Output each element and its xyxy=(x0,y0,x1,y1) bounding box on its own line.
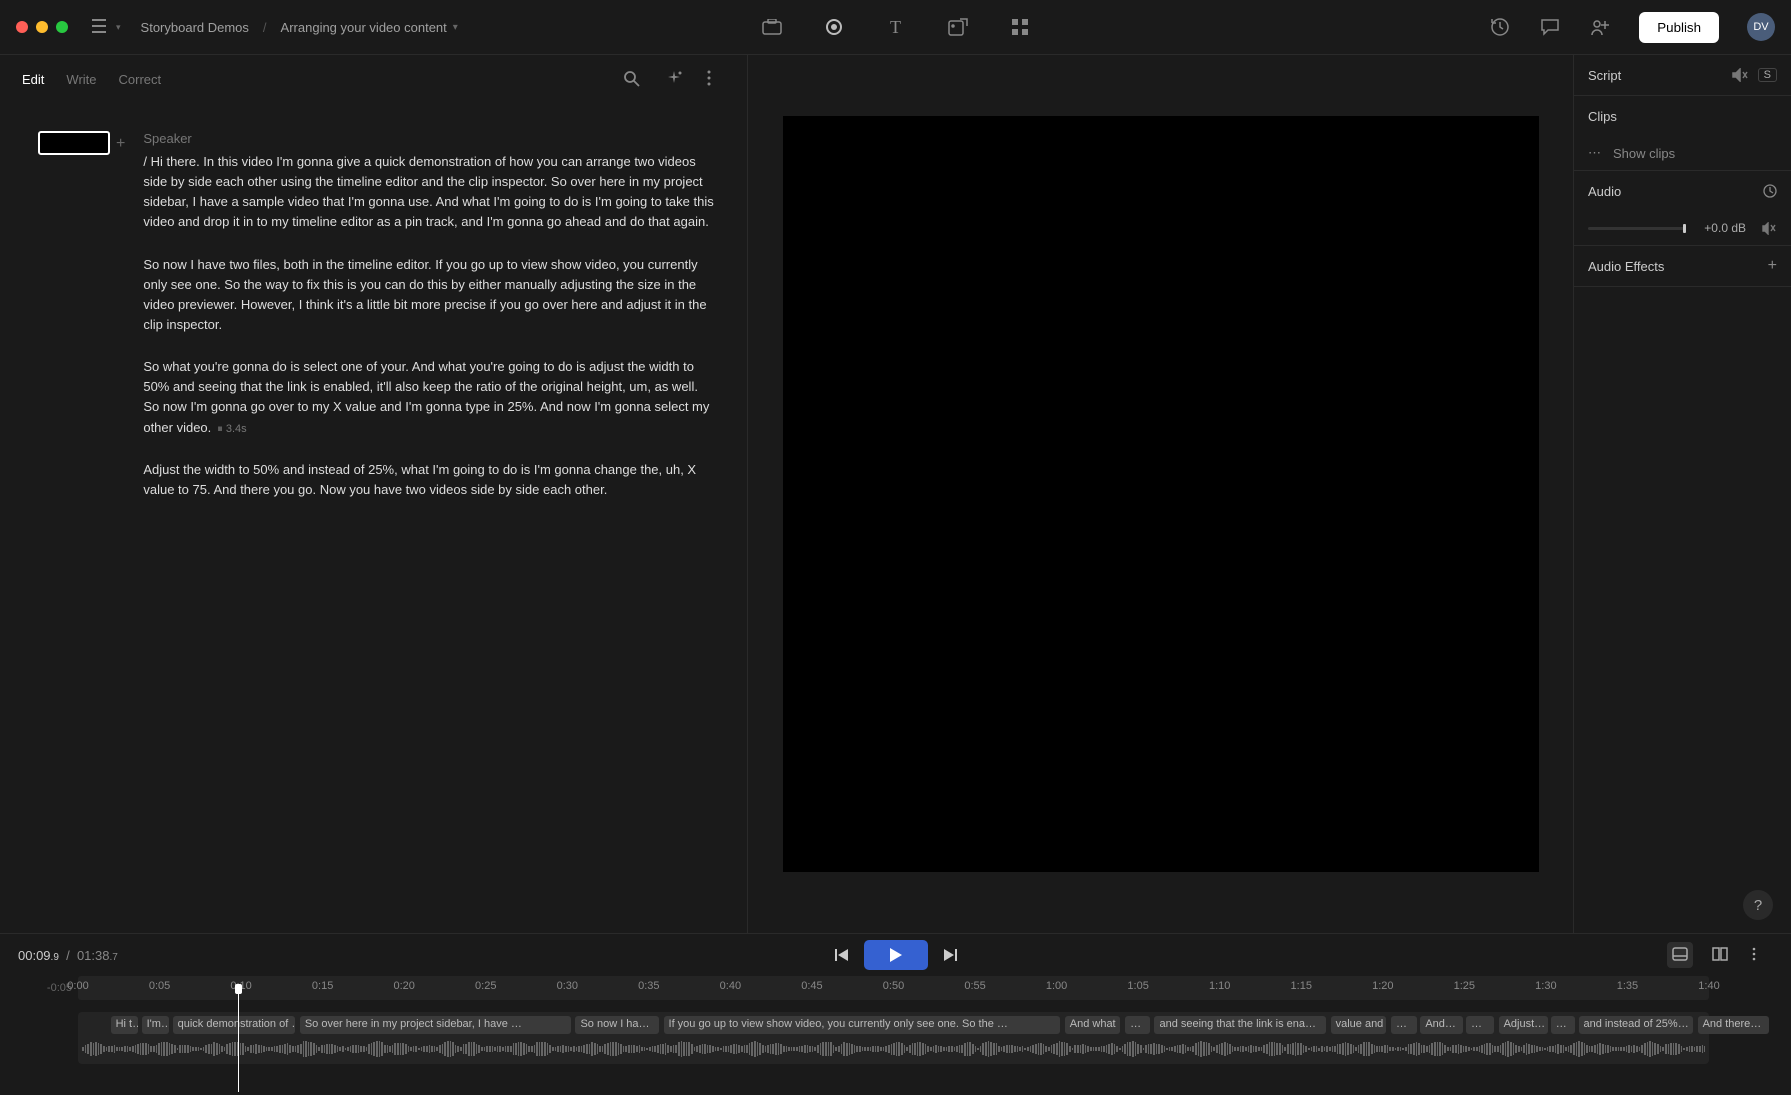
image-icon[interactable] xyxy=(947,16,969,38)
ruler-tick: 0:05 xyxy=(149,980,170,992)
ruler-tick: 0:20 xyxy=(393,980,414,992)
avatar[interactable]: DV xyxy=(1747,13,1775,41)
skip-back-button[interactable] xyxy=(828,941,856,969)
time-display: 00:09.9 / 01:38.7 xyxy=(18,948,118,963)
ruler-tick: 1:40 xyxy=(1698,980,1719,992)
skip-forward-button[interactable] xyxy=(936,941,964,969)
comment-icon[interactable] xyxy=(1539,16,1561,38)
ruler-tick: 1:30 xyxy=(1535,980,1556,992)
ruler-tick: 1:10 xyxy=(1209,980,1230,992)
timeline-clip-segment[interactable]: So now I ha… xyxy=(575,1016,658,1034)
gain-value: +0.0 dB xyxy=(1704,221,1746,235)
clip-thumbnail[interactable] xyxy=(38,131,110,155)
ruler-tick: 1:00 xyxy=(1046,980,1067,992)
sidebar-toggle-icon[interactable]: ▾ xyxy=(92,19,121,35)
camera-icon[interactable] xyxy=(761,16,783,38)
more-icon[interactable] xyxy=(707,70,725,88)
timeline-clip-segment[interactable]: And… xyxy=(1420,1016,1462,1034)
timeline-clip-segment[interactable]: I'm… xyxy=(142,1016,170,1034)
script-shortcut: S xyxy=(1758,68,1777,82)
timeline-clip-segment[interactable]: … xyxy=(1125,1016,1149,1034)
clips-options-icon[interactable]: ⋯ xyxy=(1588,145,1603,161)
help-button[interactable]: ? xyxy=(1743,890,1773,920)
history-icon[interactable] xyxy=(1489,16,1511,38)
tab-correct[interactable]: Correct xyxy=(119,72,162,87)
playhead[interactable] xyxy=(238,988,239,1092)
timeline-clip-segment[interactable]: and instead of 25%… xyxy=(1579,1016,1693,1034)
timeline-clip-segment[interactable]: quick demonstration of … xyxy=(173,1016,295,1034)
breadcrumb-current[interactable]: Arranging your video content ▾ xyxy=(281,20,458,35)
volume-mute-icon[interactable] xyxy=(1762,222,1777,235)
ruler-tick: 0:55 xyxy=(964,980,985,992)
timeline-view-icon[interactable] xyxy=(1667,942,1693,968)
ruler-tick: 0:35 xyxy=(638,980,659,992)
timeline-track[interactable]: Hi t…I'm…quick demonstration of … So over… xyxy=(78,1012,1709,1082)
share-icon[interactable] xyxy=(1589,16,1611,38)
timeline-ruler[interactable]: -0:05 0:000:050:100:150:200:250:300:350:… xyxy=(78,976,1709,1000)
publish-button[interactable]: Publish xyxy=(1639,12,1719,43)
timeline-clip-segment[interactable]: If you go up to view show video, you cur… xyxy=(664,1016,1060,1034)
record-icon[interactable] xyxy=(823,16,845,38)
timeline-clip-segment[interactable]: Hi t… xyxy=(111,1016,139,1034)
grid-icon[interactable] xyxy=(1009,16,1031,38)
mute-icon[interactable] xyxy=(1732,68,1748,82)
text-icon[interactable]: T xyxy=(885,16,907,38)
ruler-tick: 0:50 xyxy=(883,980,904,992)
ruler-tick: 1:05 xyxy=(1127,980,1148,992)
timeline-clip-segment[interactable]: … xyxy=(1391,1016,1417,1034)
ruler-tick: 1:15 xyxy=(1291,980,1312,992)
speaker-label: Speaker xyxy=(143,131,717,146)
tab-edit[interactable]: Edit xyxy=(22,72,44,87)
clips-panel-label: Clips xyxy=(1588,109,1617,124)
breadcrumb-separator: / xyxy=(263,20,267,35)
clock-icon[interactable] xyxy=(1763,184,1777,198)
ruler-tick: 0:25 xyxy=(475,980,496,992)
window-minimize[interactable] xyxy=(36,21,48,33)
ruler-tick: 0:30 xyxy=(557,980,578,992)
script-panel-label: Script xyxy=(1588,68,1621,83)
ruler-tick: 0:00 xyxy=(67,980,88,992)
timeline-clip-segment[interactable]: Adjust… xyxy=(1499,1016,1548,1034)
ruler-tick: 0:40 xyxy=(720,980,741,992)
timeline-clip-segment[interactable]: And there… xyxy=(1698,1016,1770,1034)
tab-write[interactable]: Write xyxy=(66,72,96,87)
timeline-clip-segment[interactable]: … xyxy=(1466,1016,1494,1034)
timeline-more-icon[interactable] xyxy=(1747,942,1773,968)
breadcrumb: Storyboard Demos / Arranging your video … xyxy=(141,20,458,35)
timeline-clip-segment[interactable]: … xyxy=(1551,1016,1575,1034)
play-button[interactable] xyxy=(864,940,928,970)
pause-badge: ⏸ 3.4s xyxy=(217,421,246,438)
ruler-tick: 1:25 xyxy=(1454,980,1475,992)
ruler-tick: 0:15 xyxy=(312,980,333,992)
audio-panel-label: Audio xyxy=(1588,184,1621,199)
timeline-clip-segment[interactable]: So over here in my project sidebar, I ha… xyxy=(300,1016,571,1034)
add-clip-button[interactable]: + xyxy=(116,135,125,153)
transcript-text[interactable]: / Hi there. In this video I'm gonna give… xyxy=(143,152,717,500)
timeline-clip-segment[interactable]: and seeing that the link is ena… xyxy=(1154,1016,1325,1034)
video-preview[interactable] xyxy=(783,116,1539,872)
search-icon[interactable] xyxy=(623,70,641,88)
effects-panel-label: Audio Effects xyxy=(1588,259,1664,274)
ruler-tick: 1:20 xyxy=(1372,980,1393,992)
sparkle-icon[interactable] xyxy=(665,70,683,88)
waveform xyxy=(82,1040,1705,1058)
add-effect-button[interactable]: + xyxy=(1768,257,1777,275)
timeline-clip-segment[interactable]: value and … xyxy=(1331,1016,1386,1034)
window-close[interactable] xyxy=(16,21,28,33)
ruler-tick: 1:35 xyxy=(1617,980,1638,992)
ruler-tick: 0:45 xyxy=(801,980,822,992)
chevron-down-icon: ▾ xyxy=(453,22,458,33)
split-view-icon[interactable] xyxy=(1707,942,1733,968)
show-clips-button[interactable]: Show clips xyxy=(1613,146,1675,161)
breadcrumb-parent[interactable]: Storyboard Demos xyxy=(141,20,249,35)
gain-slider[interactable] xyxy=(1588,227,1686,230)
timeline-clip-segment[interactable]: And what … xyxy=(1065,1016,1120,1034)
window-maximize[interactable] xyxy=(56,21,68,33)
